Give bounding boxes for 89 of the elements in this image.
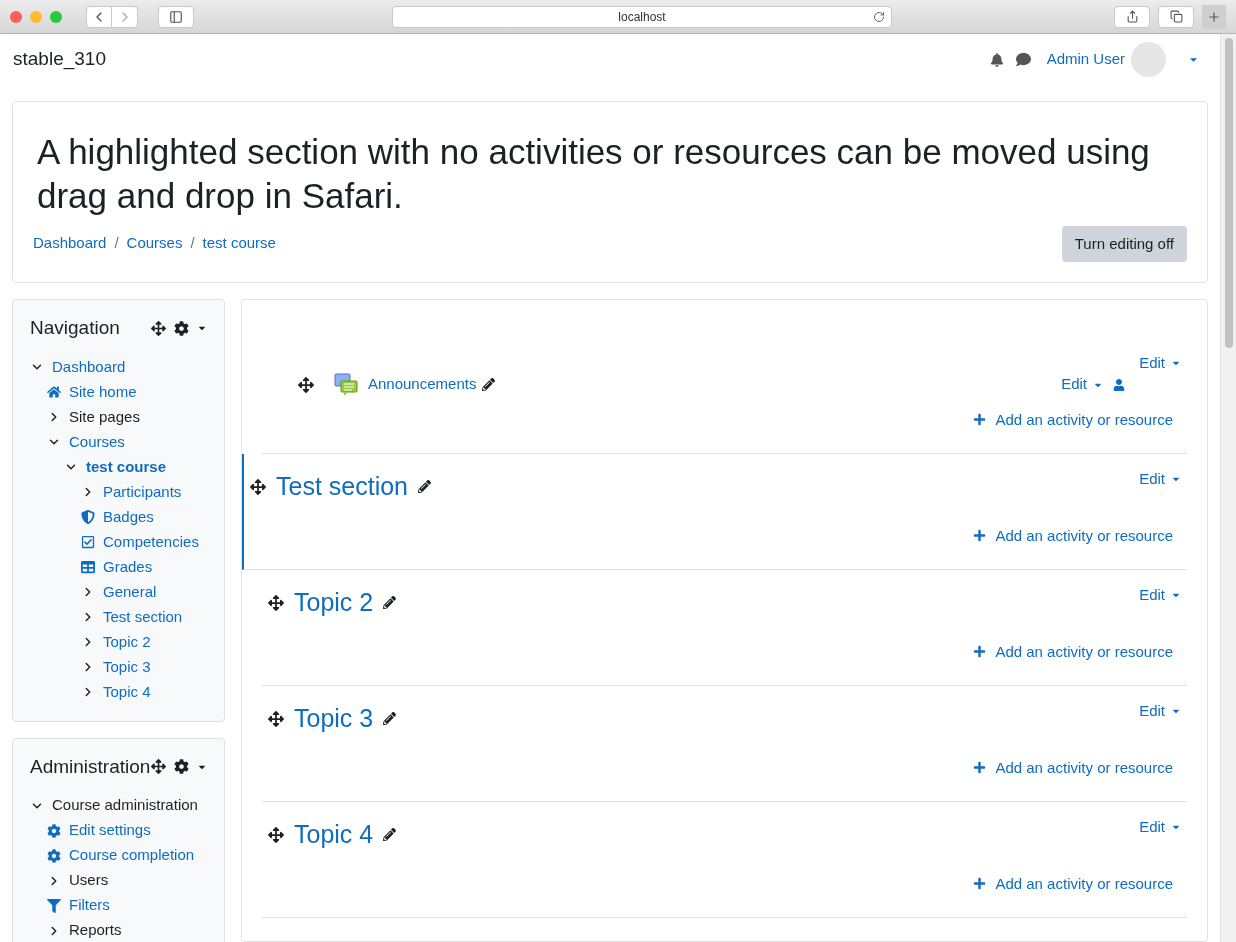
share-button[interactable] [1114,5,1150,28]
tree-item-link[interactable]: Grades [103,555,153,579]
sidebar-icon [169,9,183,24]
user-name-link[interactable]: Admin User [1046,48,1125,71]
user-icon[interactable] [1113,378,1125,391]
tree-item-link[interactable]: Site pages [69,405,140,429]
move-icon[interactable] [268,594,284,611]
add-activity-button[interactable]: Add an activity or resource [973,408,1173,431]
tree-item-link[interactable]: Users [69,869,109,892]
section-title-link[interactable]: Topic 4 [294,816,374,854]
checkbox-icon [81,535,95,549]
add-activity-button[interactable]: Add an activity or resource [973,640,1173,663]
pencil-icon[interactable] [383,596,397,610]
block-title: Navigation [30,316,120,340]
tree-item-link[interactable]: Course completion [69,844,195,867]
plus-icon [973,413,987,427]
page-title: A highlighted section with no activities or resources can be moved using drag and drop in Safari. [36,131,1151,217]
messages-icon[interactable] [1015,52,1031,67]
pencil-icon[interactable] [383,712,397,726]
tree-item-link[interactable]: Competencies [103,530,199,554]
reload-icon[interactable] [873,10,885,23]
tree-item-link[interactable]: Edit settings [69,819,151,842]
tree-item-link[interactable]: Topic 2 [103,630,151,654]
tree-item-link[interactable]: General [103,580,157,604]
shield-icon [81,510,95,524]
address-bar[interactable]: localhost [392,5,892,28]
tree-item-link[interactable]: Dashboard [52,355,126,379]
move-icon[interactable] [151,759,166,775]
breadcrumb-link[interactable]: Dashboard [33,231,107,254]
add-activity-button[interactable]: Add an activity or resource [973,524,1173,547]
move-icon[interactable] [268,710,284,727]
tree-item-link[interactable]: test course [86,455,167,479]
section-title-link[interactable]: Topic 2 [294,584,374,622]
settings-icon [47,848,61,863]
tree-item-link[interactable]: Participants [103,480,182,504]
add-activity-button[interactable]: Add an activity or resource [973,756,1173,779]
tree-item-link[interactable]: Reports [69,919,122,942]
tree-item-link[interactable]: Filters [69,894,110,917]
site-name[interactable]: stable_310 [13,45,106,74]
edit-menu-button[interactable]: Edit [1139,584,1181,607]
tree-item-link[interactable]: Course administration [52,794,198,817]
share-icon [1125,10,1139,23]
scrollbar[interactable] [1220,34,1236,942]
tree-item-link[interactable]: Site home [69,380,137,404]
plus-icon [973,877,987,891]
settings-icon [47,823,61,838]
plus-icon [973,645,987,659]
scrollbar-thumb[interactable] [1224,38,1233,348]
activity-link[interactable]: Announcements [368,373,477,396]
notification-bell-icon[interactable] [989,52,1004,67]
pencil-icon[interactable] [482,378,496,391]
breadcrumb-separator: / [190,232,195,253]
move-icon[interactable] [151,320,166,336]
new-tab-button[interactable] [1202,4,1226,29]
section-title-link[interactable]: Topic 3 [294,700,374,738]
section-title-link[interactable]: Test section [276,468,408,506]
home-icon [47,385,61,399]
edit-menu-button[interactable]: Edit [1139,816,1181,839]
table-icon [81,560,95,574]
breadcrumb-link[interactable]: Courses [126,231,183,254]
edit-menu-button[interactable]: Edit [1139,468,1181,491]
edit-menu-button[interactable]: Edit [1061,373,1103,396]
tree-item-link[interactable]: Badges [103,505,154,529]
settings-icon[interactable] [174,759,189,775]
filter-icon [47,898,61,913]
block-title: Administration [30,754,151,779]
settings-icon[interactable] [174,320,189,336]
edit-menu-button[interactable]: Edit [1139,352,1181,375]
plus-icon [1207,9,1221,24]
tabs-button[interactable] [1158,5,1194,28]
plus-icon [973,761,987,775]
edit-menu-button[interactable]: Edit [1139,700,1181,723]
move-icon[interactable] [250,478,266,495]
breadcrumb-link[interactable]: test course [202,231,276,254]
pencil-icon[interactable] [383,828,397,842]
tree-item-link[interactable]: Test section [103,605,183,629]
turn-editing-off-button[interactable]: Turn editing off [1061,226,1187,262]
move-icon[interactable] [268,826,284,843]
sidebar-button[interactable] [158,5,194,28]
plus-icon [973,529,987,543]
forum-icon [334,372,358,397]
tree-item-link[interactable]: Topic 3 [103,655,151,679]
add-activity-button[interactable]: Add an activity or resource [973,872,1173,895]
move-icon[interactable] [298,376,314,393]
tree-item-link[interactable]: Topic 4 [103,680,151,704]
breadcrumb-separator: / [114,232,119,253]
tabs-icon [1169,10,1183,23]
pencil-icon[interactable] [418,480,431,494]
tree-item-link[interactable]: Courses [69,430,125,454]
